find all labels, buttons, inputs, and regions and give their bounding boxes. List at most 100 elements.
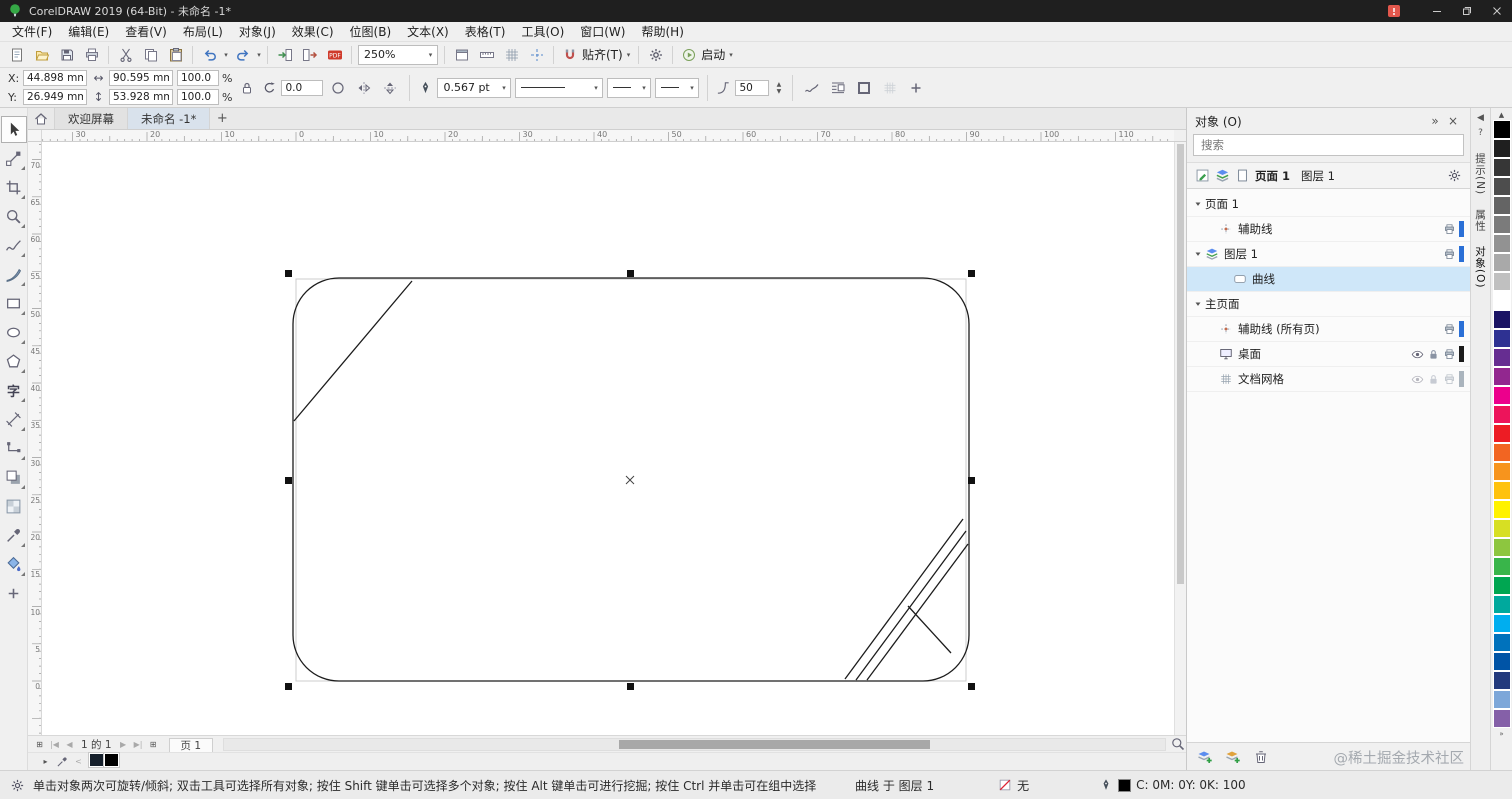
ruler-origin-corner[interactable]: [28, 130, 42, 142]
menu-item[interactable]: 帮助(H): [633, 22, 691, 42]
horizontal-scrollbar[interactable]: [223, 737, 1166, 751]
color-swatch[interactable]: [1492, 120, 1511, 139]
open-document-button[interactable]: [29, 44, 54, 66]
restore-button[interactable]: [1452, 0, 1482, 22]
object-height-input[interactable]: [109, 89, 173, 105]
help-icon[interactable]: ?: [1478, 128, 1483, 138]
artistic-media-tool[interactable]: [1, 261, 27, 288]
menu-item[interactable]: 表格(T): [457, 22, 514, 42]
close-docker-icon[interactable]: ×: [1444, 114, 1462, 128]
options-button[interactable]: [643, 44, 668, 66]
color-swatch[interactable]: [1492, 633, 1511, 652]
text-tool[interactable]: 字: [1, 377, 27, 404]
printable-icon[interactable]: [1443, 223, 1456, 236]
next-page-button[interactable]: ▶: [116, 740, 131, 749]
color-swatch[interactable]: [1492, 215, 1511, 234]
menu-item[interactable]: 窗口(W): [572, 22, 633, 42]
vertical-scrollbar-thumb[interactable]: [1177, 144, 1184, 584]
menu-item[interactable]: 布局(L): [175, 22, 231, 42]
previous-page-button[interactable]: ◀: [62, 740, 77, 749]
docker-settings-icon[interactable]: [1447, 168, 1462, 183]
save-button[interactable]: [54, 44, 79, 66]
color-swatch[interactable]: [1492, 557, 1511, 576]
menu-item[interactable]: 文本(X): [399, 22, 457, 42]
horizontal-ruler[interactable]: 30 20 10 0 10 20 30 40 50 60 70 80 90 100 110: [42, 130, 1174, 142]
printable-icon[interactable]: [1443, 348, 1456, 361]
palette-scroll-up-icon[interactable]: ▲: [1499, 109, 1504, 120]
visibility-eye-icon[interactable]: [1411, 373, 1424, 386]
delete-icon[interactable]: [1253, 749, 1269, 765]
redo-button[interactable]: [230, 44, 255, 66]
tree-row-page-1[interactable]: 页面 1: [1187, 192, 1470, 217]
welcome-screen-tab[interactable]: 欢迎屏幕: [55, 108, 128, 129]
show-grid-button[interactable]: [499, 44, 524, 66]
redo-dropdown-icon[interactable]: ▾: [255, 51, 263, 59]
color-swatch[interactable]: [1492, 519, 1511, 538]
scale-y-input[interactable]: [177, 89, 219, 105]
color-swatch[interactable]: [1492, 690, 1511, 709]
add-page-start-button[interactable]: ⊞: [32, 740, 47, 749]
mirror-vertical-button[interactable]: [379, 77, 401, 99]
menu-item[interactable]: 对象(J): [231, 22, 284, 42]
scale-x-input[interactable]: [177, 70, 219, 86]
transparency-tool[interactable]: [1, 493, 27, 520]
cut-button[interactable]: [113, 44, 138, 66]
tree-row-curve[interactable]: 曲线: [1187, 267, 1470, 292]
color-swatch[interactable]: [1492, 386, 1511, 405]
new-document-button[interactable]: [4, 44, 29, 66]
home-tab[interactable]: [28, 108, 55, 129]
search-input[interactable]: [1193, 134, 1464, 156]
palette-options-icon[interactable]: »: [1499, 728, 1503, 739]
rotation-center-button[interactable]: [327, 77, 349, 99]
fullscreen-preview-button[interactable]: [449, 44, 474, 66]
docker-tab-hints[interactable]: 提示(N): [1473, 153, 1488, 195]
polygon-tool[interactable]: [1, 348, 27, 375]
add-plugin-button[interactable]: [905, 77, 927, 99]
palette-scroll-left-icon[interactable]: <: [71, 757, 86, 766]
color-swatch[interactable]: [1492, 671, 1511, 690]
show-guidelines-button[interactable]: [524, 44, 549, 66]
menu-item[interactable]: 编辑(E): [60, 22, 117, 42]
pick-tool[interactable]: [0, 116, 27, 143]
shadow-tool[interactable]: [1, 464, 27, 491]
layer-color-bar[interactable]: [1459, 371, 1464, 387]
lock-ratio-button[interactable]: [236, 77, 258, 99]
copy-button[interactable]: [138, 44, 163, 66]
connector-tool[interactable]: [1, 435, 27, 462]
layers-view-icon[interactable]: [1215, 168, 1230, 183]
docker-tab-properties[interactable]: 属性: [1473, 209, 1488, 232]
menu-item[interactable]: 工具(O): [513, 22, 572, 42]
zoom-scrollbar-icon[interactable]: [1170, 736, 1186, 752]
first-page-button[interactable]: |◀: [47, 740, 62, 749]
fill-none-icon[interactable]: [998, 778, 1012, 792]
page-1-tab[interactable]: 页 1: [168, 737, 214, 753]
crop-tool[interactable]: [1, 174, 27, 201]
color-swatch[interactable]: [1492, 405, 1511, 424]
color-swatch[interactable]: [1492, 595, 1511, 614]
tree-row-master-page[interactable]: 主页面: [1187, 292, 1470, 317]
palette-flyout-icon[interactable]: ▸: [38, 757, 53, 766]
color-swatch[interactable]: [1492, 196, 1511, 215]
color-swatch[interactable]: [1492, 234, 1511, 253]
snap-dropdown[interactable]: 贴齐(T) ▾: [558, 44, 634, 66]
page-icon[interactable]: [1235, 168, 1250, 183]
drawing-canvas[interactable]: [42, 142, 1174, 735]
color-swatch[interactable]: [1492, 614, 1511, 633]
printable-icon[interactable]: [1443, 248, 1456, 261]
zoom-level-combo[interactable]: 250% ▾: [358, 44, 438, 65]
show-rulers-button[interactable]: [474, 44, 499, 66]
menu-item[interactable]: 文件(F): [4, 22, 60, 42]
tree-row-layer-1[interactable]: 图层 1: [1187, 242, 1470, 267]
interactive-fill-tool[interactable]: [1, 551, 27, 578]
add-page-end-button[interactable]: ⊞: [146, 740, 161, 749]
rotation-angle-input[interactable]: [281, 79, 324, 96]
layer-color-bar[interactable]: [1459, 321, 1464, 337]
color-swatch[interactable]: [1492, 652, 1511, 671]
vertical-ruler[interactable]: 70 65 60 55 50 45 40 35 30 25 20 15 10 5 0: [28, 142, 42, 735]
line-style-combo[interactable]: ▾: [515, 77, 604, 98]
palette-eyedropper-icon[interactable]: [56, 756, 68, 768]
undo-button[interactable]: [197, 44, 222, 66]
smoothness-stepper[interactable]: ▲ ▼: [773, 81, 784, 95]
color-swatch[interactable]: [1492, 481, 1511, 500]
color-swatch[interactable]: [1492, 367, 1511, 386]
